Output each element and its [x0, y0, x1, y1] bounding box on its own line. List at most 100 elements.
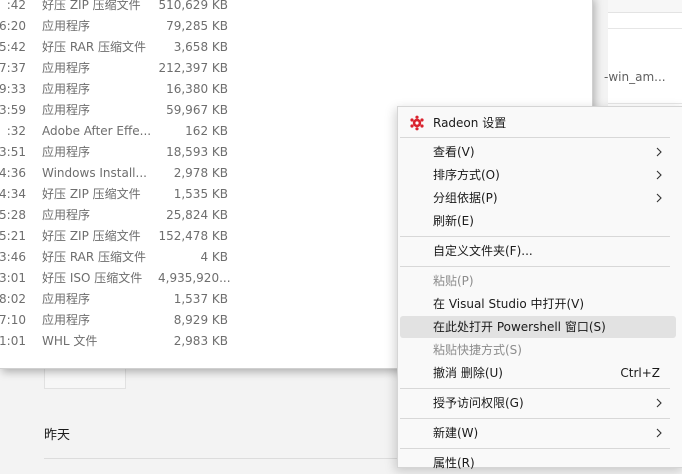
menu-item-properties[interactable]: 属性(R)	[400, 452, 676, 474]
context-menu: Radeon 设置 查看(V) 排序方式(O) 分组依据(P) 刷新(E) 自定…	[397, 106, 682, 470]
file-modified-time: 6:20	[0, 19, 26, 33]
menu-item-paste[interactable]: 粘贴(P)	[400, 270, 676, 292]
file-size: 79,285 KB	[166, 19, 228, 33]
menu-item-refresh[interactable]: 刷新(E)	[400, 210, 676, 232]
menu-separator	[400, 137, 670, 138]
file-row[interactable]: 9:33 应用程序 16,380 KB	[0, 79, 592, 100]
menu-separator	[400, 266, 670, 267]
file-size: 3,658 KB	[173, 40, 228, 54]
file-size: 25,824 KB	[166, 208, 228, 222]
file-type: 应用程序	[42, 103, 91, 117]
file-type: 应用程序	[42, 208, 91, 222]
file-modified-time: 7:10	[0, 313, 26, 327]
divider	[44, 458, 404, 459]
file-row[interactable]: 5:42 好压 RAR 压缩文件 3,658 KB	[0, 37, 592, 58]
chevron-right-icon	[656, 428, 662, 438]
background-toolbar	[608, 0, 682, 13]
menu-item-label: 在 Visual Studio 中打开(V)	[433, 297, 585, 311]
menu-item-label: 撤消 删除(U)	[433, 366, 503, 380]
menu-item-label: Radeon 设置	[433, 116, 507, 130]
file-modified-time: 3:51	[0, 145, 26, 159]
background-card	[44, 366, 126, 389]
chevron-right-icon	[656, 147, 662, 157]
menu-item-customize-folder[interactable]: 自定义文件夹(F)...	[400, 240, 676, 262]
chevron-right-icon	[656, 193, 662, 203]
menu-separator	[400, 388, 670, 389]
divider	[608, 28, 682, 29]
background-file-name[interactable]: -win_am...	[604, 70, 666, 84]
file-type: Adobe After Effe...	[42, 124, 152, 138]
file-row[interactable]: 7:37 应用程序 212,397 KB	[0, 58, 592, 79]
file-type: 应用程序	[42, 292, 91, 306]
file-type: 应用程序	[42, 313, 91, 327]
menu-item-label: 新建(W)	[433, 426, 479, 440]
file-type: 好压 ZIP 压缩文件	[42, 0, 141, 12]
menu-item-radeon-settings[interactable]: Radeon 设置	[400, 112, 676, 134]
menu-item-label: 粘贴快捷方式(S)	[433, 343, 522, 357]
file-size: 162 KB	[185, 124, 228, 138]
menu-separator	[400, 418, 670, 419]
file-size: 18,593 KB	[166, 145, 228, 159]
menu-item-open-in-visual-studio[interactable]: 在 Visual Studio 中打开(V)	[400, 293, 676, 315]
file-modified-time: 4:36	[0, 166, 26, 180]
file-type: 应用程序	[42, 82, 91, 96]
file-modified-time: :32	[6, 124, 26, 138]
file-modified-time: 5:28	[0, 208, 26, 222]
file-size: 8,929 KB	[173, 313, 228, 327]
chevron-right-icon	[656, 398, 662, 408]
menu-item-label: 刷新(E)	[433, 214, 474, 228]
menu-item-label: 自定义文件夹(F)...	[433, 244, 533, 258]
menu-item-label: 排序方式(O)	[433, 168, 500, 182]
file-type: WHL 文件	[42, 334, 98, 348]
file-size: 510,629 KB	[158, 0, 228, 12]
file-modified-time: 7:37	[0, 61, 26, 75]
menu-item-label: 查看(V)	[433, 145, 475, 159]
chevron-right-icon	[656, 170, 662, 180]
menu-item-label: 属性(R)	[433, 456, 475, 470]
file-row[interactable]: 6:20 应用程序 79,285 KB	[0, 16, 592, 37]
file-type: 应用程序	[42, 145, 91, 159]
menu-item-undo-delete[interactable]: 撤消 删除(U) Ctrl+Z	[400, 362, 676, 384]
menu-separator	[400, 448, 670, 449]
menu-separator	[400, 236, 670, 237]
menu-item-view[interactable]: 查看(V)	[400, 141, 676, 163]
menu-item-new[interactable]: 新建(W)	[400, 422, 676, 444]
menu-item-label: 在此处打开 Powershell 窗口(S)	[433, 320, 606, 334]
file-type: 好压 RAR 压缩文件	[42, 250, 147, 264]
divider	[608, 103, 682, 104]
radeon-icon	[410, 115, 424, 131]
menu-item-group-by[interactable]: 分组依据(P)	[400, 187, 676, 209]
file-size: 1,537 KB	[173, 292, 228, 306]
file-row[interactable]: :42 好压 ZIP 压缩文件 510,629 KB	[0, 0, 592, 16]
file-type: 好压 ZIP 压缩文件	[42, 229, 141, 243]
file-size: 152,478 KB	[158, 229, 228, 243]
file-size: 4,935,920...	[158, 271, 231, 285]
menu-item-open-powershell[interactable]: 在此处打开 Powershell 窗口(S)	[400, 316, 676, 338]
file-modified-time: 3:01	[0, 271, 26, 285]
file-modified-time: 4:34	[0, 187, 26, 201]
file-type: 好压 ISO 压缩文件	[42, 271, 143, 285]
file-type: Windows Install...	[42, 166, 147, 180]
file-modified-time: 3:59	[0, 103, 26, 117]
menu-item-sort[interactable]: 排序方式(O)	[400, 164, 676, 186]
file-modified-time: 5:21	[0, 229, 26, 243]
file-modified-time: 5:42	[0, 40, 26, 54]
file-size: 1,535 KB	[173, 187, 228, 201]
file-size: 59,967 KB	[166, 103, 228, 117]
file-modified-time: :42	[6, 0, 26, 12]
file-size: 2,978 KB	[173, 166, 228, 180]
file-type: 应用程序	[42, 61, 91, 75]
menu-item-paste-shortcut[interactable]: 粘贴快捷方式(S)	[400, 339, 676, 361]
file-size: 16,380 KB	[166, 82, 228, 96]
menu-item-label: 授予访问权限(G)	[433, 396, 524, 410]
group-header-yesterday: 昨天	[44, 428, 71, 443]
menu-item-shortcut: Ctrl+Z	[620, 366, 660, 380]
file-size: 212,397 KB	[158, 61, 228, 75]
file-type: 好压 RAR 压缩文件	[42, 40, 147, 54]
file-size: 4 KB	[200, 250, 228, 264]
menu-item-grant-access[interactable]: 授予访问权限(G)	[400, 392, 676, 414]
file-type: 应用程序	[42, 19, 91, 33]
menu-item-label: 分组依据(P)	[433, 191, 498, 205]
menu-item-label: 粘贴(P)	[433, 274, 474, 288]
file-size: 2,983 KB	[173, 334, 228, 348]
